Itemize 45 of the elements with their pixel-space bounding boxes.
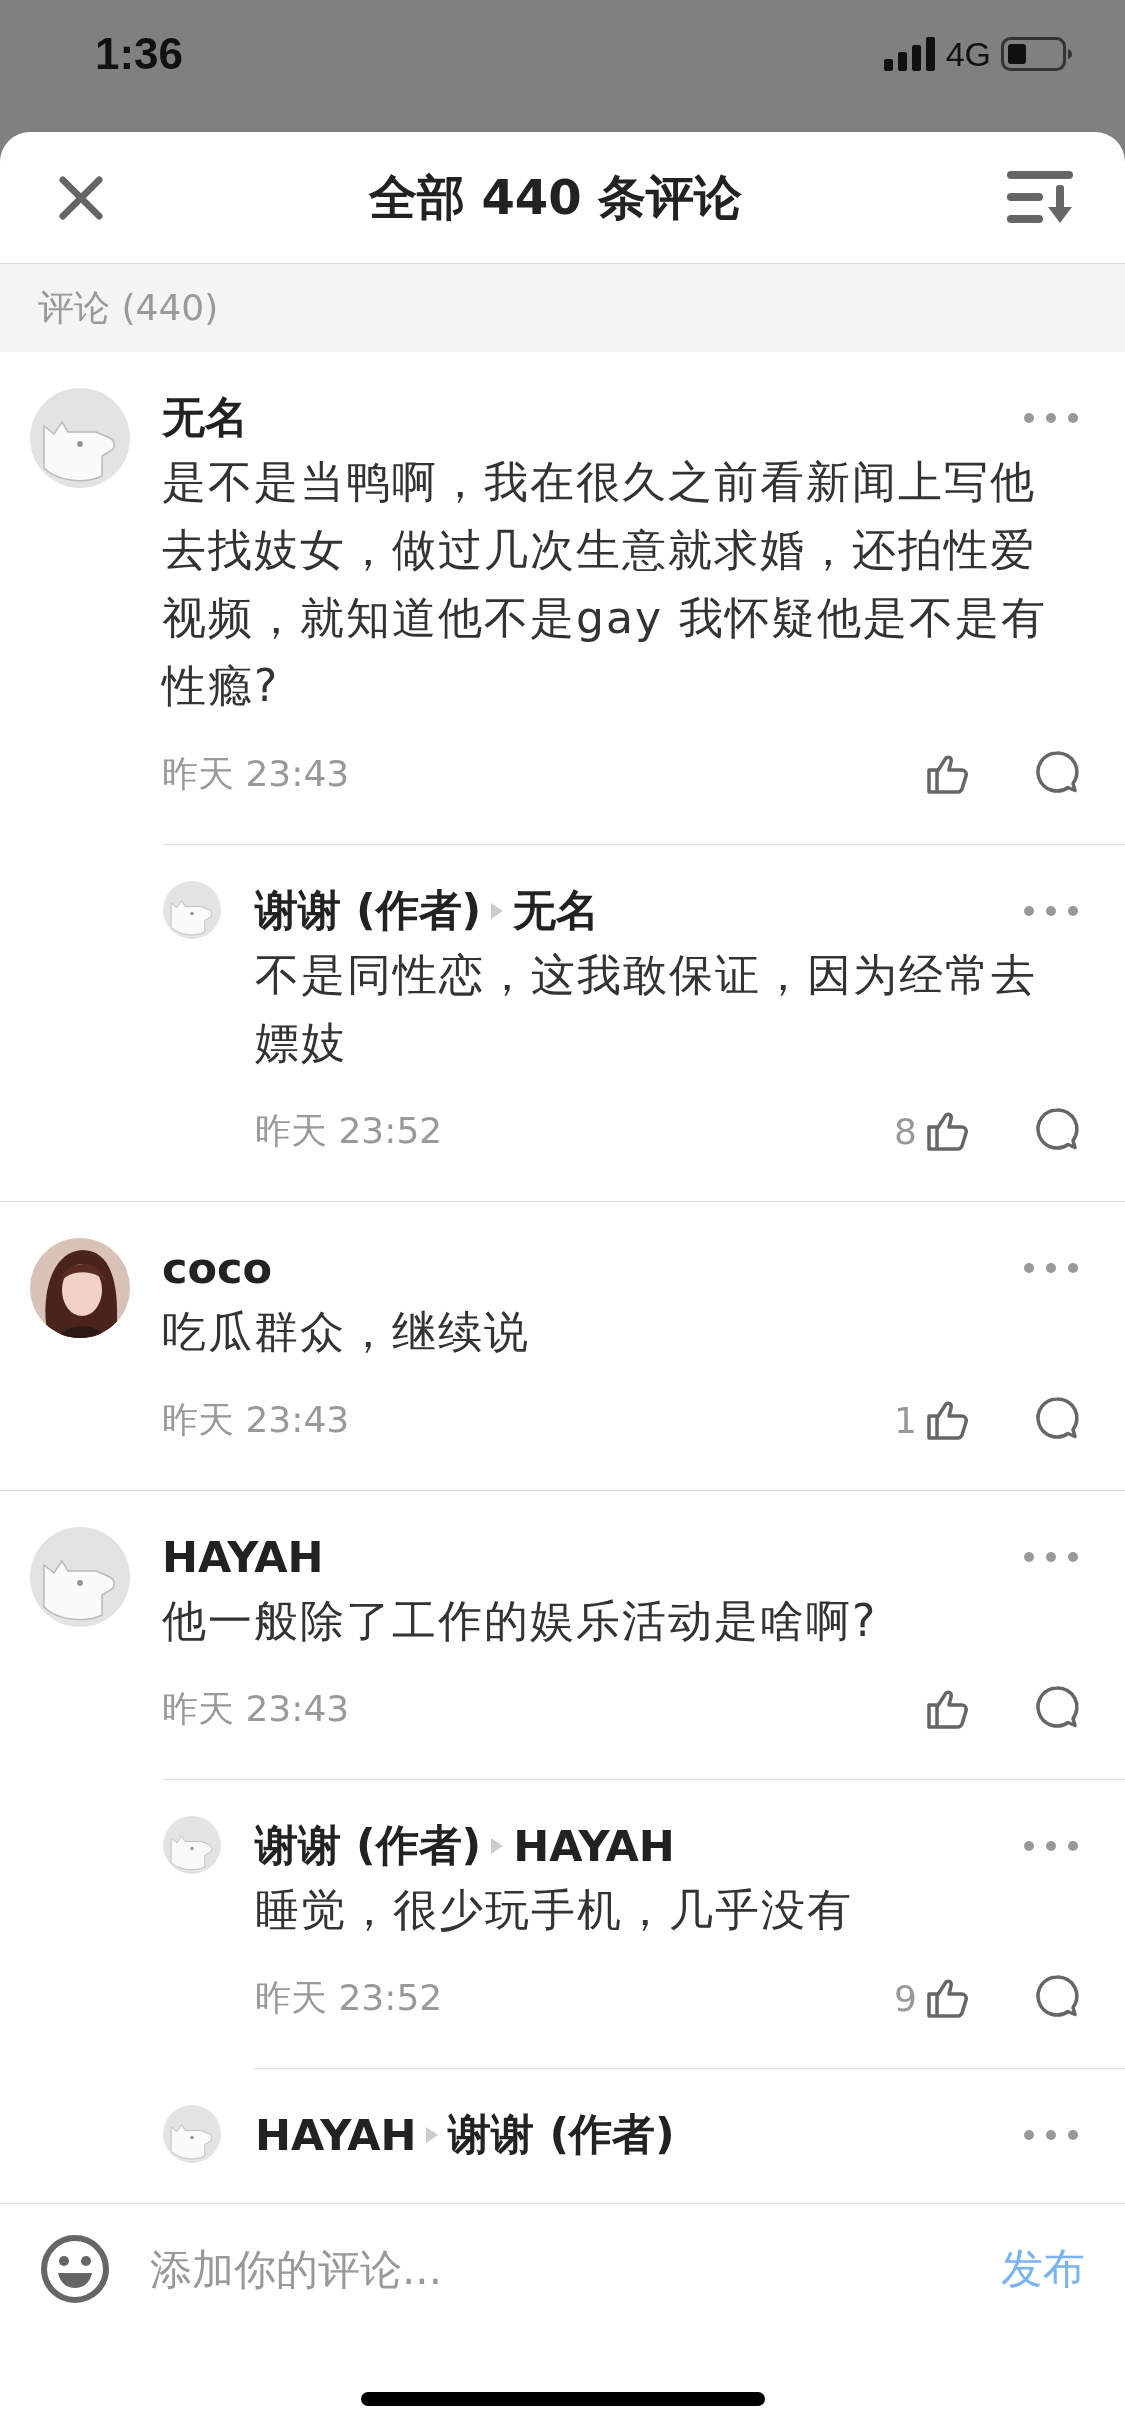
comment-time: 昨天 23:52 <box>255 1108 444 1153</box>
reply-author[interactable]: 谢谢 (作者) <box>255 882 482 940</box>
comment-text: 是不是当鸭啊，我在很久之前看新闻上写他去找妓女，做过几次生意就求婚，还拍性爱视频，就知道他不是gay 我怀疑他是不是有性瘾? <box>162 455 1048 713</box>
triangle-icon <box>426 2127 439 2143</box>
triangle-icon <box>491 903 504 919</box>
comment-author[interactable]: 无名 <box>162 389 248 447</box>
comment-author[interactable]: HAYAH <box>162 1532 324 1582</box>
like-count: 9 <box>894 1977 917 2019</box>
like-count: 1 <box>894 1399 917 1441</box>
comment-icon[interactable] <box>1033 1972 1081 2020</box>
comment-text: 他一般除了工作的娱乐活动是啥啊? <box>162 1594 879 1648</box>
comment-time: 昨天 23:43 <box>162 751 351 796</box>
reply-author[interactable]: 谢谢 (作者) <box>255 1817 482 1875</box>
more-icon[interactable] <box>1023 2129 1079 2141</box>
comment-author[interactable]: coco <box>162 1243 273 1293</box>
comment-time: 昨天 23:43 <box>162 1686 351 1731</box>
comment-input[interactable]: 添加你的评论... <box>150 2244 961 2294</box>
signal-icon <box>883 37 936 71</box>
more-icon[interactable] <box>1023 905 1079 917</box>
network-label: 4G <box>945 34 991 74</box>
like-count: 8 <box>894 1110 917 1152</box>
comment-icon[interactable] <box>1033 1683 1081 1731</box>
comment-text: 吃瓜群众，继续说 <box>162 1305 531 1359</box>
more-icon[interactable] <box>1023 1551 1079 1563</box>
battery-icon <box>1001 37 1073 71</box>
comment-icon[interactable] <box>1033 1105 1081 1153</box>
reply-text: 不是同性恋，这我敢保证，因为经常去嫖妓 <box>255 948 1038 1070</box>
more-icon[interactable] <box>1023 1262 1079 1274</box>
comment-icon[interactable] <box>1033 748 1081 796</box>
emoji-icon[interactable] <box>40 2234 110 2304</box>
triangle-icon <box>491 1838 504 1854</box>
reply-target[interactable]: HAYAH <box>513 1821 675 1871</box>
comment-icon[interactable] <box>1033 1394 1081 1442</box>
section-label: 评论 (440) <box>38 285 219 330</box>
reply-text: 睡觉，很少玩手机，几乎没有 <box>255 1883 854 1937</box>
reply-target[interactable]: 谢谢 (作者) <box>448 2106 675 2164</box>
more-icon[interactable] <box>1023 412 1079 424</box>
status-time: 1:36 <box>95 29 184 79</box>
sheet-title: 全部 440 条评论 <box>368 167 743 227</box>
reply-author[interactable]: HAYAH <box>255 2110 417 2160</box>
more-icon[interactable] <box>1023 1840 1079 1852</box>
reply-target[interactable]: 无名 <box>513 882 600 940</box>
comment-time: 昨天 23:43 <box>162 1397 351 1442</box>
comment-time: 昨天 23:52 <box>255 1975 444 2020</box>
close-icon[interactable] <box>58 174 104 221</box>
